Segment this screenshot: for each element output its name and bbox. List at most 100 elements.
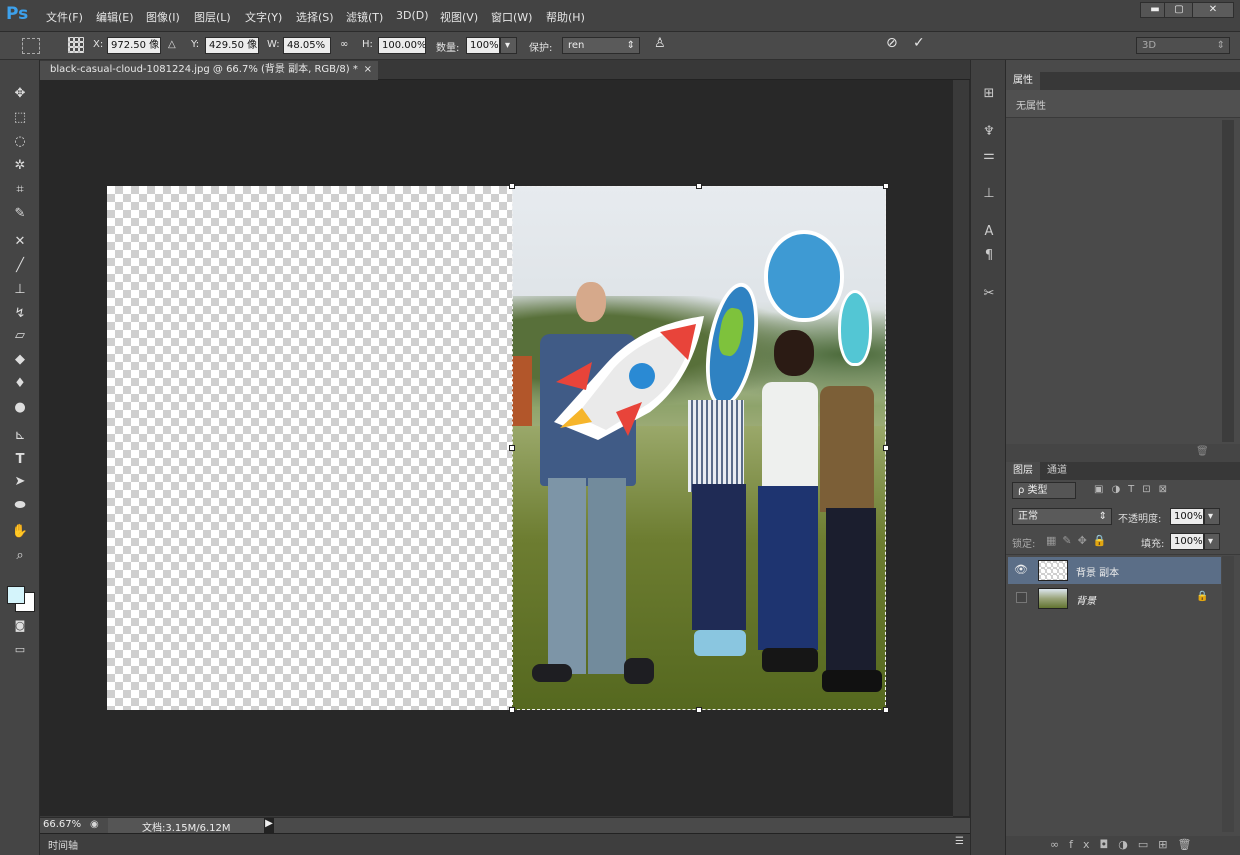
tools-panel: ✥ ⬚ ◌ ✲ ⌗ ✎ ✕ ╱ ⊥ ↯ ▱ ◆ ♦ ● ⊾ T ➤ ⬬ ✋ ⌕ …: [0, 60, 40, 855]
layers-scrollbar[interactable]: [1222, 556, 1234, 832]
properties-scrollbar[interactable]: [1222, 120, 1234, 442]
filter-icons[interactable]: ▣◑T⊡⊠: [1094, 484, 1175, 495]
h-field[interactable]: 100.00%: [378, 37, 426, 54]
link-icon[interactable]: ∞: [340, 39, 348, 50]
lock-label: 锁定:: [1012, 539, 1036, 550]
transform-bounding-box[interactable]: [512, 186, 886, 710]
y-field[interactable]: 429.50 像|: [205, 37, 259, 54]
vertical-scrollbar[interactable]: [953, 80, 969, 816]
menu-type[interactable]: 文字(Y): [245, 9, 282, 25]
status-icon[interactable]: ◉: [90, 819, 99, 830]
stamp-icon[interactable]: ⊥: [8, 280, 32, 300]
maximize-button[interactable]: ▢: [1164, 2, 1194, 18]
opacity-field[interactable]: 100%: [1170, 508, 1204, 525]
layer-name[interactable]: 背景 副本: [1076, 564, 1119, 579]
eyedropper-icon[interactable]: ✎: [8, 204, 32, 224]
menu-window[interactable]: 窗口(W): [491, 9, 532, 25]
history-panel-icon[interactable]: ⊞: [978, 84, 1000, 104]
handle-middle-right[interactable]: [883, 445, 889, 451]
timeline-label[interactable]: 时间轴: [48, 837, 78, 852]
fill-dropdown-icon[interactable]: ▾: [1204, 533, 1220, 550]
bucket-icon[interactable]: ◆: [8, 350, 32, 370]
close-tab-icon[interactable]: ×: [364, 61, 372, 79]
blend-chevron-icon: ⇕: [1098, 511, 1107, 522]
align-icon[interactable]: ⊥: [978, 184, 1000, 204]
menu-3d[interactable]: 3D(D): [396, 9, 429, 22]
blur-icon[interactable]: ♦: [8, 374, 32, 394]
history-brush-icon[interactable]: ↯: [8, 304, 32, 324]
blend-mode-select[interactable]: 正常 ⇕: [1012, 508, 1112, 525]
brush-icon[interactable]: ╱: [8, 256, 32, 276]
handle-bottom-right[interactable]: [883, 707, 889, 713]
path-select-icon[interactable]: ➤: [8, 472, 32, 492]
layer-name[interactable]: 背景: [1076, 592, 1096, 607]
person-icon[interactable]: ♙: [654, 36, 666, 51]
adjustments-icon[interactable]: ⚌: [978, 146, 1000, 166]
menu-select[interactable]: 选择(S): [296, 9, 334, 25]
zoom-icon[interactable]: ⌕: [8, 546, 32, 566]
handle-bottom-center[interactable]: [696, 707, 702, 713]
workspace-select[interactable]: 3D ⇕: [1136, 37, 1230, 54]
tool-preset-icon[interactable]: [22, 38, 40, 54]
zoom-level[interactable]: 66.67%: [43, 819, 81, 830]
w-field[interactable]: 48.05%: [283, 37, 331, 54]
timeline-menu-icon[interactable]: ☰: [955, 836, 964, 847]
cancel-transform-icon[interactable]: ⊘: [886, 35, 898, 51]
tab-layers[interactable]: 图层: [1006, 462, 1040, 480]
layer-filter-select[interactable]: ρ 类型: [1012, 482, 1076, 499]
menu-layer[interactable]: 图层(L): [194, 9, 231, 25]
transparent-area[interactable]: [107, 186, 512, 710]
tool-presets-icon[interactable]: ✂: [978, 284, 1000, 304]
menu-image[interactable]: 图像(I): [146, 9, 180, 25]
pen-icon[interactable]: ⊾: [8, 426, 32, 446]
menu-edit[interactable]: 编辑(E): [96, 9, 134, 25]
foreground-color-swatch[interactable]: [7, 586, 25, 604]
brush-presets-icon[interactable]: ♆: [978, 122, 1000, 142]
reference-point-icon[interactable]: [68, 37, 84, 53]
x-field[interactable]: 972.50 像|: [107, 37, 161, 54]
handle-top-center[interactable]: [696, 183, 702, 189]
paragraph-icon[interactable]: ¶: [978, 246, 1000, 266]
dodge-icon[interactable]: ●: [8, 398, 32, 418]
document-tab[interactable]: black-casual-cloud-1081224.jpg @ 66.7% (…: [40, 61, 378, 80]
tab-channels[interactable]: 通道: [1040, 462, 1074, 480]
menu-view[interactable]: 视图(V): [440, 9, 478, 25]
opacity-dropdown-icon[interactable]: ▾: [1204, 508, 1220, 525]
menu-filter[interactable]: 滤镜(T): [346, 9, 383, 25]
handle-bottom-left[interactable]: [509, 707, 515, 713]
amount-dropdown-icon[interactable]: ▾: [500, 37, 517, 54]
tab-properties[interactable]: 属性: [1006, 72, 1040, 90]
lasso-icon[interactable]: ◌: [8, 132, 32, 152]
handle-middle-left[interactable]: [509, 445, 515, 451]
layer-row-background[interactable]: 背景 🔒: [1008, 585, 1221, 612]
status-menu-arrow-icon[interactable]: ▶: [264, 818, 274, 833]
character-icon[interactable]: A: [978, 222, 1000, 242]
trash-icon[interactable]: 🗑: [1196, 446, 1209, 457]
magic-wand-icon[interactable]: ✲: [8, 156, 32, 176]
handle-top-left[interactable]: [509, 183, 515, 189]
eye-icon[interactable]: 👁: [1014, 563, 1028, 576]
delta-icon[interactable]: △: [168, 39, 176, 50]
eraser-icon[interactable]: ▱: [8, 326, 32, 346]
commit-transform-icon[interactable]: ✓: [913, 35, 925, 51]
menu-file[interactable]: 文件(F): [46, 9, 83, 25]
layer-row-background-copy[interactable]: 👁 背景 副本: [1008, 557, 1221, 584]
type-icon[interactable]: T: [8, 450, 32, 470]
lock-icons[interactable]: ▦✎✥🔒: [1046, 534, 1113, 547]
marquee-icon[interactable]: ⬚: [8, 108, 32, 128]
visibility-toggle[interactable]: [1016, 592, 1027, 603]
close-window-button[interactable]: ✕: [1192, 2, 1234, 18]
quick-mask-icon[interactable]: ◙: [8, 616, 32, 636]
crop-icon[interactable]: ⌗: [8, 180, 32, 200]
screen-mode-icon[interactable]: ▭: [8, 640, 32, 660]
amount-field[interactable]: 100%: [466, 37, 500, 54]
layer-action-icons[interactable]: ∞fx◘◑▭⊞🗑: [1050, 838, 1201, 851]
protect-select[interactable]: ren ⇕: [562, 37, 640, 54]
healing-icon[interactable]: ✕: [8, 232, 32, 252]
hand-icon[interactable]: ✋: [8, 522, 32, 542]
ellipse-icon[interactable]: ⬬: [8, 496, 32, 516]
menu-help[interactable]: 帮助(H): [546, 9, 585, 25]
move-icon[interactable]: ✥: [8, 84, 32, 104]
handle-top-right[interactable]: [883, 183, 889, 189]
fill-field[interactable]: 100%: [1170, 533, 1204, 550]
